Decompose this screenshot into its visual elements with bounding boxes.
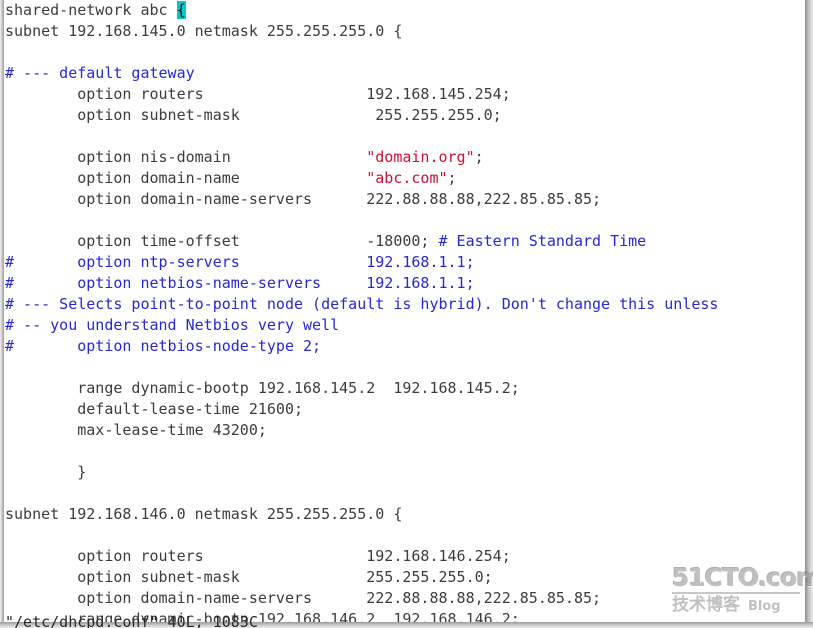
code-text: option routers 192.168.146.254; <box>5 547 511 565</box>
code-text: ; <box>474 148 484 166</box>
editor-line[interactable]: option nis-domain "domain.org"; <box>5 147 805 168</box>
editor-line[interactable]: # -- you understand Netbios very well <box>5 315 805 336</box>
editor-line[interactable]: shared-network abc { <box>5 0 805 21</box>
code-text: option subnet-mask 255.255.255.0; <box>5 568 493 586</box>
code-comment: # option ntp-servers 192.168.1.1; <box>5 253 475 271</box>
window-border-left <box>0 0 4 628</box>
editor-line[interactable]: option domain-name "abc.com"; <box>5 168 805 189</box>
editor-line[interactable]: default-lease-time 21600; <box>5 399 805 420</box>
editor-line[interactable]: } <box>5 462 805 483</box>
editor-line[interactable] <box>5 441 805 462</box>
code-comment: # --- default gateway <box>5 64 195 82</box>
editor-line[interactable]: option subnet-mask 255.255.255.0; <box>5 567 805 588</box>
code-string: "domain.org" <box>366 148 475 166</box>
code-text: subnet 192.168.146.0 netmask 255.255.255… <box>5 505 403 523</box>
editor-line[interactable] <box>5 210 805 231</box>
editor-line[interactable]: # option netbios-name-servers 192.168.1.… <box>5 273 805 294</box>
cursor-bracket-match: { <box>176 1 186 19</box>
editor-line[interactable]: # option netbios-node-type 2; <box>5 336 805 357</box>
code-text: option domain-name-servers 222.88.88.88,… <box>5 589 602 607</box>
code-comment: # -- you understand Netbios very well <box>5 316 340 334</box>
editor-line[interactable]: option time-offset -18000; # Eastern Sta… <box>5 231 805 252</box>
editor-line[interactable] <box>5 42 805 63</box>
editor-line[interactable]: option routers 192.168.146.254; <box>5 546 805 567</box>
editor-line[interactable] <box>5 126 805 147</box>
code-text: option routers 192.168.145.254; <box>5 85 511 103</box>
editor-line[interactable]: option domain-name-servers 222.88.88.88,… <box>5 189 805 210</box>
editor-line[interactable]: range dynamic-bootp 192.168.145.2 192.16… <box>5 378 805 399</box>
code-string: "abc.com" <box>366 169 448 187</box>
code-comment: # option netbios-node-type 2; <box>5 337 322 355</box>
code-text: option time-offset -18000; <box>5 232 439 250</box>
code-text: option subnet-mask 255.255.255.0; <box>5 106 502 124</box>
editor-text-area[interactable]: shared-network abc {subnet 192.168.145.0… <box>5 0 805 622</box>
code-text: option domain-name <box>5 169 367 187</box>
editor-line[interactable]: option domain-name-servers 222.88.88.88,… <box>5 588 805 609</box>
code-comment: # Eastern Standard Time <box>438 232 647 250</box>
code-comment: # option netbios-name-servers 192.168.1.… <box>5 274 475 292</box>
editor-line[interactable]: # --- Selects point-to-point node (defau… <box>5 294 805 315</box>
vim-terminal-window: shared-network abc {subnet 192.168.145.0… <box>0 0 813 628</box>
code-text: range dynamic-bootp 192.168.145.2 192.16… <box>5 379 520 397</box>
editor-line[interactable]: # option ntp-servers 192.168.1.1; <box>5 252 805 273</box>
vim-status-line: "/etc/dhcpd.conf" 40L, 1083C <box>5 613 258 628</box>
editor-line[interactable]: subnet 192.168.145.0 netmask 255.255.255… <box>5 21 805 42</box>
editor-line[interactable] <box>5 525 805 546</box>
code-text: max-lease-time 43200; <box>5 421 267 439</box>
code-text: } <box>5 463 87 481</box>
editor-line[interactable]: # --- default gateway <box>5 63 805 84</box>
editor-line[interactable]: option routers 192.168.145.254; <box>5 84 805 105</box>
code-text: option nis-domain <box>5 148 367 166</box>
editor-line[interactable]: max-lease-time 43200; <box>5 420 805 441</box>
code-text: shared-network abc <box>5 1 177 19</box>
editor-line[interactable] <box>5 483 805 504</box>
code-text: ; <box>447 169 457 187</box>
code-text: option domain-name-servers 222.88.88.88,… <box>5 190 602 208</box>
editor-line[interactable]: option subnet-mask 255.255.255.0; <box>5 105 805 126</box>
editor-line[interactable] <box>5 357 805 378</box>
editor-line[interactable]: subnet 192.168.146.0 netmask 255.255.255… <box>5 504 805 525</box>
code-text: default-lease-time 21600; <box>5 400 304 418</box>
window-border-right <box>805 0 813 628</box>
code-comment: # --- Selects point-to-point node (defau… <box>5 295 719 313</box>
code-text: subnet 192.168.145.0 netmask 255.255.255… <box>5 22 403 40</box>
